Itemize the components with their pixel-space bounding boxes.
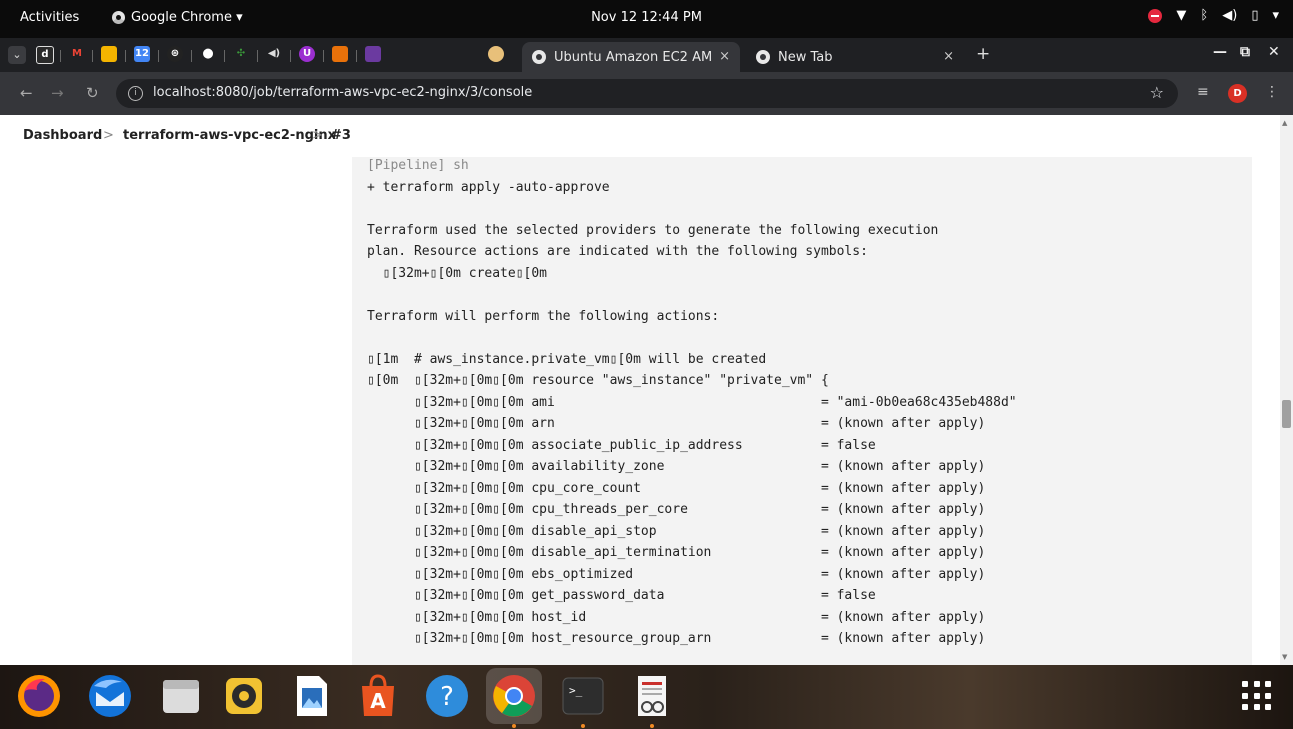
chrome-icon [756,50,770,64]
system-tray[interactable]: ▼ ᛒ ◀) ▯ ▾ [1148,8,1279,23]
console-line: + terraform apply -auto-approve [367,179,610,195]
console-line: ▯[32m+▯[0m▯[0m ebs_optimized = (known af… [367,566,986,582]
console-line: Terraform used the selected providers to… [367,222,939,238]
profile-avatar[interactable]: D [1228,84,1247,103]
console-line: ▯[32m+▯[0m▯[0m disable_api_termination =… [367,545,986,560]
running-indicator [650,724,654,728]
back-icon[interactable]: ← [20,84,33,102]
running-indicator [581,724,585,728]
new-tab-button[interactable]: + [976,44,990,64]
pinned-tab-jenkins-icon[interactable] [488,46,504,62]
console-line: [Pipeline] sh [367,158,469,173]
pinned-tab-app-icon[interactable] [365,46,381,62]
firefox-icon[interactable] [15,672,63,720]
tab-strip: ⌄ d M 12 ⊛ ● ✣ ◀) U Ubuntu Amazon EC2 AM… [0,38,1293,72]
pinned-tab-gmail-icon[interactable]: M [69,46,85,62]
console-line: ▯[32m+▯[0m▯[0m availability_zone = (know… [367,459,986,474]
console-line: ▯[1m # aws_instance.private_vm▯[0m will … [367,351,767,367]
console-line: ▯[32m+▯[0m▯[0m associate_public_ip_addre… [367,437,876,453]
battery-icon: ▯ [1251,8,1259,23]
pinned-tab-purple-icon[interactable]: U [299,46,315,62]
tray-menu-chevron-icon[interactable]: ▾ [1272,8,1279,23]
do-not-disturb-icon[interactable] [1148,8,1163,23]
terminal-icon[interactable]: >_ [559,672,607,720]
console-line: ▯[32m+▯[0m▯[0m cpu_threads_per_core = (k… [367,502,986,517]
omnibox[interactable]: i localhost:8080/job/terraform-aws-vpc-e… [116,79,1178,108]
console-line: ▯[32m+▯[0m▯[0m host_resource_group_arn =… [367,631,986,646]
console-line: ▯[32m+▯[0m▯[0m ami = "ami-0b0ea68c435eb4… [367,394,1017,410]
files-icon[interactable] [157,672,205,720]
console-line: ▯[32m+▯[0m▯[0m arn = (known after apply) [367,416,986,431]
site-info-icon[interactable]: i [128,86,143,101]
pinned-tab-openai-icon[interactable]: ⊛ [167,46,183,62]
console-line: ▯[32m+▯[0m create▯[0m [367,265,548,281]
console-line: plan. Resource actions are indicated wit… [367,244,868,259]
tab-title: New Tab [778,49,833,65]
wifi-icon: ▼ [1176,8,1187,23]
console-line: ▯[32m+▯[0m▯[0m disable_api_stop = (known… [367,523,986,539]
menu-kebab-icon[interactable]: ⋮ [1265,84,1279,100]
pinned-tab-d-icon[interactable]: d [36,46,54,64]
scrollbar-thumb[interactable] [1282,400,1291,428]
page-content: [Pipeline] sh + terraform apply -auto-app… [0,157,1280,665]
svg-text:>_: >_ [569,684,583,697]
pinned-tab-calendar-icon[interactable]: 12 [134,46,150,62]
breadcrumb-build[interactable]: #3 [331,128,351,143]
bookmark-star-icon[interactable]: ☆ [1150,83,1164,102]
clock[interactable]: Nov 12 12:44 PM [0,10,1293,25]
show-apps-grid-icon[interactable] [1242,681,1272,711]
libreoffice-writer-icon[interactable] [287,672,335,720]
tab-ubuntu-ec2[interactable]: Ubuntu Amazon EC2 AM × [522,42,740,72]
pinned-tab-leaf-icon[interactable]: ✣ [233,46,249,62]
breadcrumb-separator: > [103,128,114,143]
console-line: ▯[32m+▯[0m▯[0m host_id = (known after ap… [367,609,986,625]
pinned-tab-chat-icon[interactable] [101,46,117,62]
bluetooth-icon: ᛒ [1200,8,1209,23]
pinned-tab-audio-icon[interactable]: ◀) [266,46,282,62]
minimize-icon[interactable]: — [1213,44,1227,60]
breadcrumb-separator: > [312,128,323,143]
tab-new-tab[interactable]: New Tab × [746,42,964,72]
thunderbird-icon[interactable] [86,672,134,720]
page-scrollbar[interactable]: ▲ ▼ [1280,115,1293,665]
globe-icon [532,50,546,64]
console-output: [Pipeline] sh + terraform apply -auto-app… [352,157,1252,665]
tab-title: Ubuntu Amazon EC2 AM [554,49,713,65]
console-line: ▯[32m+▯[0m▯[0m get_password_data = false [367,588,876,603]
console-line: Terraform will perform the following act… [367,308,720,324]
breadcrumb: Dashboard > terraform-aws-vpc-ec2-nginx … [0,115,1293,158]
breadcrumb-dashboard[interactable]: Dashboard [23,128,102,143]
tab-close-icon[interactable]: × [943,49,954,64]
scroll-down-icon[interactable]: ▼ [1282,653,1287,661]
volume-icon: ◀) [1222,8,1238,23]
forward-icon[interactable]: → [51,84,64,102]
system-top-bar: Activities Google Chrome ▾ Nov 12 12:44 … [0,0,1293,38]
reading-list-icon[interactable]: ≡ [1197,84,1209,100]
software-center-icon[interactable]: A [354,672,402,720]
maximize-icon[interactable]: ⧉ [1240,44,1250,60]
address-toolbar: ← → ↻ i localhost:8080/job/terraform-aws… [0,72,1293,115]
scroll-up-icon[interactable]: ▲ [1282,119,1287,127]
dock: A ? >_ [0,665,1293,729]
console-line: ▯[32m+▯[0m▯[0m cpu_core_count = (known a… [367,480,986,496]
tab-close-icon[interactable]: × [719,49,730,64]
document-viewer-icon[interactable] [628,672,676,720]
close-icon[interactable]: ✕ [1268,44,1280,60]
rhythmbox-icon[interactable] [220,672,268,720]
svg-text:?: ? [440,682,454,712]
chrome-icon[interactable] [490,672,538,720]
help-icon[interactable]: ? [423,672,471,720]
running-indicator [512,724,516,728]
pinned-tab-orange-icon[interactable] [332,46,348,62]
url-text[interactable]: localhost:8080/job/terraform-aws-vpc-ec2… [153,85,532,100]
breadcrumb-job[interactable]: terraform-aws-vpc-ec2-nginx [123,128,336,143]
tab-search-chevron-icon[interactable]: ⌄ [8,46,26,64]
reload-icon[interactable]: ↻ [86,84,99,102]
svg-text:A: A [370,689,386,713]
pinned-tab-github-icon[interactable]: ● [200,46,216,62]
console-line: ▯[0m ▯[32m+▯[0m▯[0m resource "aws_instan… [367,373,829,388]
